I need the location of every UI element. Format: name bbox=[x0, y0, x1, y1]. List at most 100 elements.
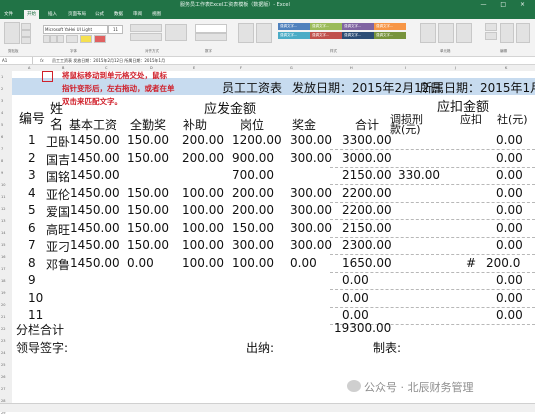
fx-icon[interactable]: fx bbox=[40, 57, 44, 64]
italic-icon[interactable] bbox=[50, 35, 57, 43]
cell-net[interactable]: 0.00 bbox=[496, 291, 523, 305]
cell-total[interactable]: 3300.00 bbox=[342, 133, 392, 147]
cell-name[interactable]: 亚伦 bbox=[46, 186, 70, 203]
row-header[interactable]: 14 bbox=[1, 231, 5, 235]
tab-page-layout[interactable]: 页面布局 bbox=[68, 10, 86, 19]
cell-net[interactable]: 0.00 bbox=[496, 133, 523, 147]
cell-bonus[interactable]: 300.00 bbox=[290, 186, 332, 200]
tab-formulas[interactable]: 公式 bbox=[95, 10, 104, 19]
cell-deduct[interactable]: # bbox=[466, 256, 476, 270]
cell-net[interactable]: 0.00 bbox=[496, 221, 523, 235]
cell-subsidy[interactable]: 100.00 bbox=[182, 186, 224, 200]
cell-net[interactable]: 0.00 bbox=[496, 238, 523, 252]
row-header[interactable]: 13 bbox=[1, 219, 5, 223]
cell-no[interactable]: 1 bbox=[28, 133, 36, 147]
cell-attendance[interactable]: 0.00 bbox=[127, 256, 154, 270]
row-header[interactable]: 9 bbox=[1, 171, 3, 175]
tab-data[interactable]: 数据 bbox=[114, 10, 123, 19]
style-accent-1[interactable]: 强调文字... bbox=[278, 23, 310, 30]
row-header[interactable]: 4 bbox=[1, 111, 3, 115]
row-header[interactable]: 21 bbox=[1, 315, 5, 319]
cell-total[interactable]: 0.00 bbox=[342, 273, 369, 287]
cell-attendance[interactable]: 150.00 bbox=[127, 151, 169, 165]
cell-base-salary[interactable]: 1450.00 bbox=[70, 133, 120, 147]
style-accent-7[interactable]: 强调文字... bbox=[342, 32, 374, 39]
row-header[interactable]: 1 bbox=[1, 75, 3, 79]
cell-post[interactable]: 1200.00 bbox=[232, 133, 282, 147]
cell-total[interactable]: 2200.00 bbox=[342, 203, 392, 217]
style-accent-4[interactable]: 强调文字... bbox=[374, 23, 406, 30]
cell-net[interactable]: 0.00 bbox=[496, 273, 523, 287]
cell-subsidy[interactable]: 200.00 bbox=[182, 151, 224, 165]
cell-total[interactable]: 0.00 bbox=[342, 291, 369, 305]
row-header[interactable]: 12 bbox=[1, 207, 5, 211]
cell-name[interactable]: 邓鲁 bbox=[46, 256, 70, 273]
cell-no[interactable]: 7 bbox=[28, 238, 36, 252]
cell-subsidy[interactable]: 100.00 bbox=[182, 203, 224, 217]
number-format-select[interactable] bbox=[195, 24, 227, 33]
style-accent-3[interactable]: 强调文字... bbox=[342, 23, 374, 30]
cell-base-salary[interactable]: 1450.00 bbox=[70, 151, 120, 165]
cell-no[interactable]: 9 bbox=[28, 273, 36, 287]
cell-total[interactable]: 3000.00 bbox=[342, 151, 392, 165]
tab-file[interactable]: 文件 bbox=[4, 10, 13, 19]
cell-attendance[interactable]: 150.00 bbox=[127, 203, 169, 217]
cell-no[interactable]: 4 bbox=[28, 186, 36, 200]
fill-color-icon[interactable] bbox=[80, 35, 92, 43]
table-format-icon[interactable] bbox=[256, 23, 272, 43]
row-header[interactable]: 16 bbox=[1, 255, 5, 259]
cell-deduct[interactable]: 330.00 bbox=[398, 168, 440, 182]
cell-net[interactable]: 0.00 bbox=[496, 186, 523, 200]
style-accent-5[interactable]: 强调文字... bbox=[278, 32, 310, 39]
name-box[interactable]: A1 bbox=[2, 57, 33, 64]
fill-icon[interactable] bbox=[485, 32, 497, 40]
align-top-icon[interactable] bbox=[130, 24, 162, 32]
cell-total[interactable]: 0.00 bbox=[342, 308, 369, 322]
format-cells-icon[interactable] bbox=[456, 23, 472, 43]
cell-total[interactable]: 2200.00 bbox=[342, 186, 392, 200]
cell-total[interactable]: 2300.00 bbox=[342, 238, 392, 252]
window-controls[interactable]: — □ × bbox=[480, 1, 531, 8]
cell-net[interactable]: 0.00 bbox=[496, 308, 523, 322]
tab-home[interactable]: 开始 bbox=[24, 10, 39, 19]
cell-base-salary[interactable]: 1450.00 bbox=[70, 203, 120, 217]
row-header[interactable]: 27 bbox=[1, 387, 5, 391]
cell-base-salary[interactable]: 1450.00 bbox=[70, 186, 120, 200]
row-header[interactable]: 23 bbox=[1, 339, 5, 343]
row-header[interactable]: 20 bbox=[1, 303, 5, 307]
cell-subsidy[interactable]: 200.00 bbox=[182, 133, 224, 147]
row-header[interactable]: 19 bbox=[1, 291, 5, 295]
find-select-icon[interactable] bbox=[516, 23, 530, 43]
cell-post[interactable]: 700.00 bbox=[232, 168, 274, 182]
cell-post[interactable]: 900.00 bbox=[232, 151, 274, 165]
row-header[interactable]: 25 bbox=[1, 363, 5, 367]
cell-no[interactable]: 5 bbox=[28, 203, 36, 217]
style-accent-8[interactable]: 强调文字... bbox=[374, 32, 406, 39]
cell-subsidy[interactable]: 100.00 bbox=[182, 256, 224, 270]
row-header[interactable]: 6 bbox=[1, 135, 3, 139]
cell-bonus[interactable]: 300.00 bbox=[290, 151, 332, 165]
conditional-format-icon[interactable] bbox=[238, 23, 254, 43]
wrap-text-icon[interactable] bbox=[165, 24, 187, 41]
autosum-icon[interactable] bbox=[485, 23, 497, 31]
row-header[interactable]: 26 bbox=[1, 375, 5, 379]
style-accent-6[interactable]: 强调文字... bbox=[310, 32, 342, 39]
insert-cells-icon[interactable] bbox=[420, 23, 436, 43]
font-color-icon[interactable] bbox=[94, 35, 106, 43]
cell-post[interactable]: 300.00 bbox=[232, 238, 274, 252]
row-header[interactable]: 11 bbox=[1, 195, 5, 199]
cell-name[interactable]: 高旺 bbox=[46, 221, 70, 238]
row-header[interactable]: 15 bbox=[1, 243, 5, 247]
cell-post[interactable]: 200.00 bbox=[232, 186, 274, 200]
cell-total[interactable]: 2150.00 bbox=[342, 221, 392, 235]
cell-attendance[interactable]: 150.00 bbox=[127, 186, 169, 200]
cell-attendance[interactable]: 150.00 bbox=[127, 238, 169, 252]
row-header[interactable]: 10 bbox=[1, 183, 5, 187]
cell-base-salary[interactable]: 1450.00 bbox=[70, 238, 120, 252]
cell-base-salary[interactable]: 1450.00 bbox=[70, 256, 120, 270]
percent-icon[interactable] bbox=[195, 33, 227, 41]
format-painter-icon[interactable] bbox=[21, 37, 31, 44]
copy-icon[interactable] bbox=[21, 30, 31, 37]
row-header[interactable]: 17 bbox=[1, 267, 5, 271]
row-header[interactable]: 2 bbox=[1, 87, 3, 91]
